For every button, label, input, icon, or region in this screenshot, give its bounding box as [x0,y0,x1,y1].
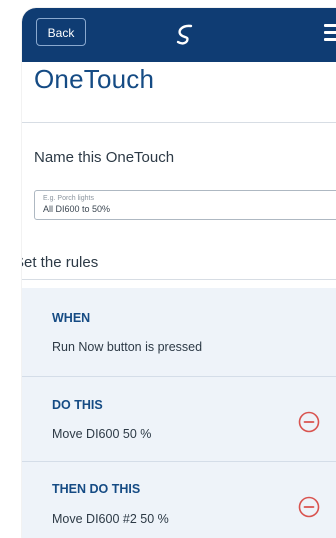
hamburger-menu-icon[interactable] [324,24,336,41]
rules-panel: WHEN Run Now button is pressed DO THIS M… [22,288,336,538]
when-label: WHEN [52,311,91,325]
rule-separator [22,461,336,462]
brand-swirl-icon[interactable] [172,22,198,46]
divider [22,279,336,280]
name-section-heading: Name this OneTouch [34,149,175,166]
rules-section-heading: Set the rules [22,254,99,271]
when-trigger-text[interactable]: Run Now button is pressed [52,340,202,354]
back-button[interactable]: Back [36,18,86,46]
minus-circle-icon[interactable] [298,496,320,518]
onetouch-name-input[interactable]: E.g. Porch lights All DI600 to 50% [34,190,336,220]
divider [22,122,336,123]
page-title: OneTouch [34,64,155,94]
input-value: All DI600 to 50% [43,204,111,214]
do-this-label: DO THIS [52,398,103,412]
top-nav-bar: Back [22,8,336,62]
do-this-action-text[interactable]: Move DI600 50 % [52,427,151,441]
then-do-this-action-text[interactable]: Move DI600 #2 50 % [52,512,169,526]
input-placeholder: E.g. Porch lights [43,195,94,202]
app-screen: Back OneTouch Name this OneTouch E.g. Po… [22,8,336,538]
minus-circle-icon[interactable] [298,411,320,433]
rule-separator [22,376,336,377]
then-do-this-label: THEN DO THIS [52,482,141,496]
